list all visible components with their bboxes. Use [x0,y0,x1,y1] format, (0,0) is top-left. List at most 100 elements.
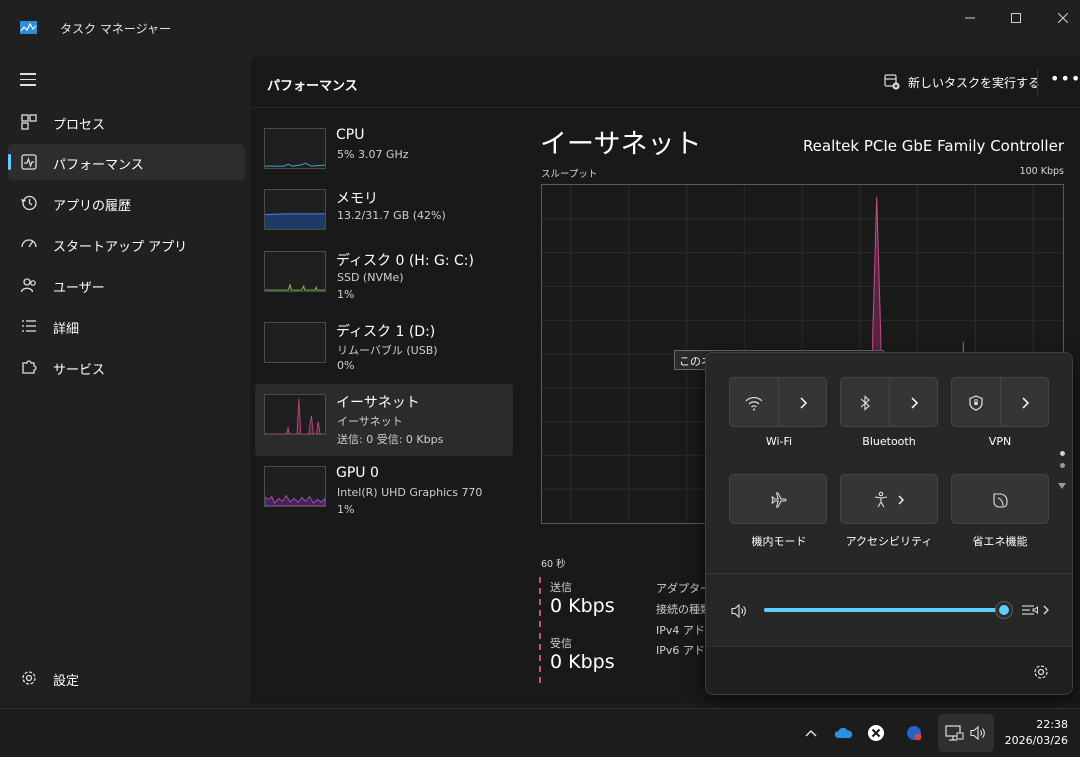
sidebar-item-details[interactable]: 詳細 [8,308,245,344]
perf-item-disk-0[interactable]: ディスク 0 (H: G: C:) SSD (NVMe) 1% [255,245,513,311]
perf-item-usage: 1% [337,503,355,516]
perf-item-detail: 5% 3.07 GHz [337,148,409,161]
sidebar-item-processes[interactable]: プロセス [8,104,245,140]
airplane-mode-tile[interactable] [729,474,827,524]
startup-icon [21,239,37,248]
sidebar-item-services[interactable]: サービス [8,349,245,385]
run-task-icon [884,74,900,90]
close-icon [1058,13,1068,23]
speaker-volume-icon [970,725,985,741]
network-wired-icon [945,725,964,741]
graph-max-label: 100 Kbps [1019,166,1064,177]
accessibility-tile[interactable] [840,474,938,524]
perf-item-name: GPU 0 [336,465,379,481]
history-icon [20,195,37,211]
status-x-circle-icon[interactable] [866,723,886,743]
volume-slider-thumb[interactable] [995,601,1013,619]
chevron-right-icon[interactable] [891,490,911,510]
wifi-icon[interactable] [744,393,764,413]
window-title: タスク マネージャー [60,22,171,36]
energy-saver-leaf-icon [993,493,1008,508]
perf-item-detail: Intel(R) UHD Graphics 770 [337,486,483,499]
disk-0-thumbnail-graph [264,251,326,292]
sidebar-item-app-history[interactable]: アプリの履歴 [8,185,245,221]
chevron-right-icon[interactable] [904,393,924,413]
audio-output-select-button[interactable] [1020,601,1050,619]
chevron-right-icon[interactable] [793,393,813,413]
quick-settings-footer [706,646,1072,694]
run-task-label: 新しいタスクを実行する [908,75,1041,90]
graph-label: スループット [541,169,598,180]
more-options-button[interactable]: ••• [1050,71,1080,92]
taskbar-clock[interactable]: 22:38 2026/03/26 [1005,717,1068,749]
sidebar-item-performance[interactable]: パフォーマンス [8,144,245,180]
header-separator [1037,68,1038,96]
accessibility-icon [874,491,888,508]
send-stat: 送信 0 Kbps [539,577,629,627]
clock-time: 22:38 [1036,718,1068,731]
pager-down-arrow-icon[interactable] [1058,483,1066,490]
receive-label: 受信 [550,637,572,650]
perf-item-name: ディスク 1 (D:) [336,324,436,340]
app-tray-globe-icon[interactable] [904,723,924,743]
maximize-button[interactable] [993,8,1039,28]
energy-saver-label: 省エネ機能 [972,535,1028,548]
perf-item-name: ディスク 0 (H: G: C:) [336,253,474,269]
processes-icon [21,114,37,130]
volume-slider-fill [764,608,1004,612]
settings-gear-icon[interactable] [1032,663,1050,681]
taskbar: 22:38 2026/03/26 [0,708,1080,757]
run-new-task-button[interactable]: 新しいタスクを実行する [884,72,1040,92]
perf-item-name: メモリ [336,191,378,207]
volume-slider[interactable] [764,601,1013,619]
gear-icon [22,671,36,685]
energy-saver-tile[interactable] [951,474,1049,524]
perf-item-cpu[interactable]: CPU 5% 3.07 GHz [255,122,513,188]
minimize-icon [965,17,975,19]
hamburger-menu-button[interactable] [20,73,36,87]
network-volume-tray-button[interactable] [938,714,994,752]
chevron-right-icon[interactable] [1015,393,1035,413]
sidebar-item-label: 詳細 [53,322,80,337]
close-button[interactable] [1040,8,1080,28]
page-title: パフォーマンス [267,79,358,94]
sidebar-item-label: ユーザー [53,281,105,296]
bluetooth-icon[interactable] [855,393,875,413]
onedrive-cloud-icon[interactable] [834,723,854,743]
users-icon [20,278,36,293]
minimize-button[interactable] [947,8,993,28]
perf-item-ethernet[interactable]: イーサネット イーサネット 送信: 0 受信: 0 Kbps [255,384,513,456]
graph-time-label: 60 秒 [541,559,566,570]
perf-item-usage: 1% [337,288,355,301]
sidebar-item-startup-apps[interactable]: スタートアップ アプリ [8,226,245,262]
perf-item-detail: リムーバブル (USB) [337,344,438,357]
sidebar-item-settings[interactable]: 設定 [8,660,245,696]
vpn-shield-icon[interactable] [966,393,986,413]
title-bar: タスク マネージャー [0,0,1080,56]
pager-dot[interactable] [1059,463,1065,468]
airplane-mode-label: 機内モード [751,535,807,548]
sidebar-item-users[interactable]: ユーザー [8,267,245,303]
vpn-tile[interactable] [951,377,1049,427]
perf-item-gpu-0[interactable]: GPU 0 Intel(R) UHD Graphics 770 1% [255,460,513,526]
perf-item-detail: 13.2/31.7 GB (42%) [337,209,446,222]
wifi-tile[interactable] [729,377,827,427]
perf-item-disk-1[interactable]: ディスク 1 (D:) リムーバブル (USB) 0% [255,316,513,382]
perf-item-memory[interactable]: メモリ 13.2/31.7 GB (42%) [255,183,513,249]
quick-settings-flyout: Wi-Fi Bluetooth VPN 機内モード アクセシビリティ 省エネ機能 [705,352,1073,695]
audio-output-icon [1022,605,1038,615]
sidebar-item-label: スタートアップ アプリ [53,240,188,255]
pager-dot-active[interactable] [1059,451,1065,456]
adapter-name: Realtek PCIe GbE Family Controller [802,137,1064,155]
perf-item-usage: 送信: 0 受信: 0 Kbps [337,433,444,446]
sidebar-item-label: プロセス [53,118,106,133]
perf-item-usage: 0% [337,359,355,372]
volume-icon[interactable] [730,602,748,620]
details-list-icon [22,320,36,332]
disk-1-thumbnail-graph [264,322,326,363]
perf-item-detail: イーサネット [337,415,403,428]
ethernet-thumbnail-graph [264,394,326,435]
show-hidden-icons-chevron-up-icon[interactable] [801,723,821,743]
quick-settings-pager[interactable] [1058,451,1066,494]
bluetooth-tile[interactable] [840,377,938,427]
